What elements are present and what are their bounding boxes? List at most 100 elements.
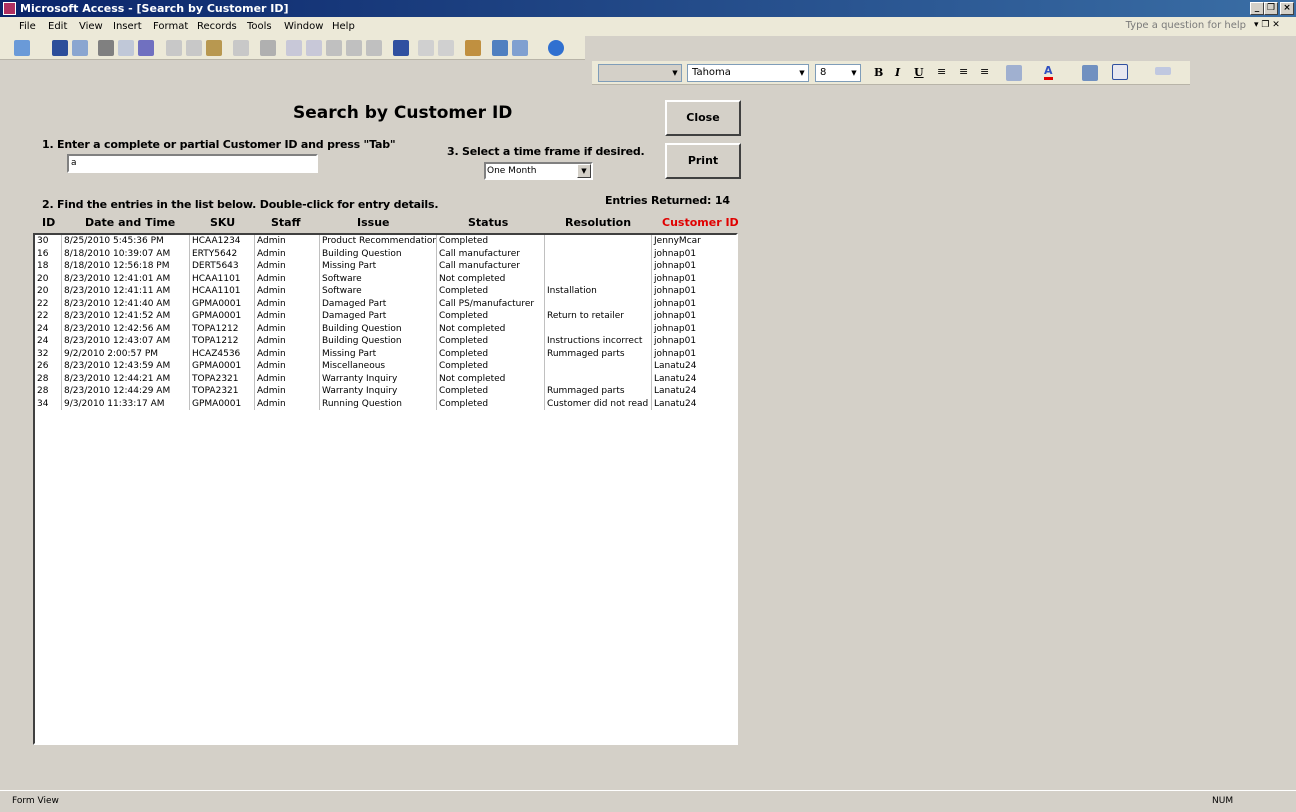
table-row[interactable]: 34 9/3/2010 11:33:17 AM GPMA0001 Admin Runni… xyxy=(35,397,735,410)
cell-status: Completed xyxy=(436,397,544,410)
cell-issue: Damaged Part xyxy=(319,297,436,310)
cell-status: Call manufacturer xyxy=(436,260,544,273)
cut-icon[interactable] xyxy=(166,40,182,56)
menu-window[interactable]: Window xyxy=(284,17,323,36)
entries-listbox[interactable]: 30 8/25/2010 5:45:36 PM HCAA1234 Admin Produ… xyxy=(33,233,738,745)
align-center-icon[interactable]: ≡ xyxy=(959,65,968,78)
cell-sku: TOPA1212 xyxy=(189,335,254,348)
print-preview-icon[interactable] xyxy=(118,40,134,56)
timeframe-select[interactable]: One Month ▼ xyxy=(484,162,593,180)
font-size: 8 xyxy=(820,67,827,78)
paste-icon[interactable] xyxy=(206,40,222,56)
italic-button[interactable]: I xyxy=(895,66,900,79)
cell-staff: Admin xyxy=(254,322,319,335)
cell-staff: Admin xyxy=(254,335,319,348)
help-icon[interactable] xyxy=(548,40,564,56)
database-window-icon[interactable] xyxy=(492,40,508,56)
filter-by-form-icon[interactable] xyxy=(346,40,362,56)
cell-resolution: Installation xyxy=(544,285,651,298)
table-row[interactable]: 32 9/2/2010 2:00:57 PM HCAZ4536 Admin Missin… xyxy=(35,347,736,360)
table-row[interactable]: 24 8/23/2010 12:42:56 AM TOPA1212 Admin Buil… xyxy=(35,322,735,335)
form-title: Search by Customer ID xyxy=(293,103,513,123)
menu-records[interactable]: Records xyxy=(197,17,237,36)
menu-view[interactable]: View xyxy=(79,17,103,36)
close-button[interactable]: Close xyxy=(665,100,741,136)
border-icon[interactable] xyxy=(1112,64,1128,80)
font-color-icon[interactable]: A xyxy=(1044,64,1053,80)
step2-label: 2. Find the entries in the list below. D… xyxy=(42,198,439,211)
print-button[interactable]: Print xyxy=(665,143,741,179)
table-row[interactable]: 22 8/23/2010 12:41:40 AM GPMA0001 Admin Dama… xyxy=(35,297,735,310)
table-row[interactable]: 20 8/23/2010 12:41:01 AM HCAA1101 Admin Soft… xyxy=(35,272,735,285)
cell-issue: Warranty Inquiry xyxy=(319,385,436,398)
fill-color-icon[interactable] xyxy=(1006,65,1022,81)
table-row[interactable]: 24 8/23/2010 12:43:07 AM TOPA1212 Admin Buil… xyxy=(35,335,735,348)
font-size-combo[interactable]: 8 ▼ xyxy=(815,64,861,82)
table-row[interactable]: 16 8/18/2010 10:39:07 AM ERTY5642 Admin Buil… xyxy=(35,247,735,260)
copy-icon[interactable] xyxy=(186,40,202,56)
cell-customer-id: johnap01 xyxy=(651,310,736,323)
spelling-icon[interactable] xyxy=(138,40,154,56)
table-row[interactable]: 28 8/23/2010 12:44:21 AM TOPA2321 Admin Warr… xyxy=(35,372,735,385)
entries-label: Entries Returned: xyxy=(605,194,712,207)
window-title: Microsoft Access - [Search by Customer I… xyxy=(20,2,289,15)
new-record-icon[interactable] xyxy=(418,40,434,56)
table-row[interactable]: 30 8/25/2010 5:45:36 PM HCAA1234 Admin Produ… xyxy=(35,235,735,248)
menu-insert[interactable]: Insert xyxy=(113,17,142,36)
cell-id: 18 xyxy=(37,261,49,271)
new-object-icon[interactable] xyxy=(512,40,528,56)
cell-id: 30 xyxy=(37,236,49,246)
line-color-icon[interactable] xyxy=(1082,65,1098,81)
properties-icon[interactable] xyxy=(465,40,481,56)
hyperlink-icon[interactable] xyxy=(260,40,276,56)
table-row[interactable]: 22 8/23/2010 12:41:52 AM GPMA0001 Admin Dama… xyxy=(35,310,735,323)
undo-icon[interactable] xyxy=(233,40,249,56)
find-icon[interactable] xyxy=(393,40,409,56)
print-icon[interactable] xyxy=(98,40,114,56)
align-left-icon[interactable]: ≡ xyxy=(937,65,946,78)
customer-id-input[interactable]: a xyxy=(67,154,318,173)
menu-file[interactable]: File xyxy=(19,17,36,36)
restore-button[interactable]: ❐ xyxy=(1264,2,1278,15)
cell-sku: TOPA1212 xyxy=(189,322,254,335)
minimize-button[interactable]: _ xyxy=(1250,2,1264,15)
line-width-icon[interactable] xyxy=(1155,67,1171,75)
table-row[interactable]: 18 8/18/2010 12:56:18 PM DERT5643 Admin Miss… xyxy=(35,260,735,273)
cell-resolution xyxy=(544,322,651,335)
search-file-icon[interactable] xyxy=(72,40,88,56)
table-row[interactable]: 28 8/23/2010 12:44:29 AM TOPA2321 Admin Warr… xyxy=(35,385,735,398)
close-window-button[interactable]: × xyxy=(1280,2,1294,15)
apply-filter-icon[interactable] xyxy=(366,40,382,56)
cell-resolution xyxy=(544,360,651,373)
cell-customer-id: johnap01 xyxy=(651,347,736,360)
cell-status: Not completed xyxy=(436,322,544,335)
menu-tools[interactable]: Tools xyxy=(247,17,272,36)
align-right-icon[interactable]: ≡ xyxy=(980,65,989,78)
chevron-down-icon[interactable]: ▼ xyxy=(577,164,591,178)
underline-button[interactable]: U xyxy=(914,66,924,79)
menu-format[interactable]: Format xyxy=(153,17,188,36)
status-bar: Form View NUM xyxy=(0,790,1296,812)
font-combo[interactable]: Tahoma ▼ xyxy=(687,64,809,82)
cell-id: 20 xyxy=(37,273,49,284)
table-row[interactable]: 20 8/23/2010 12:41:11 AM HCAA1101 Admin Soft… xyxy=(35,285,735,298)
object-combo[interactable]: ▼ xyxy=(598,64,682,82)
formatting-toolbar: ▼ Tahoma ▼ 8 ▼ B I U ≡ ≡ ≡ A xyxy=(592,61,1190,85)
filter-by-selection-icon[interactable] xyxy=(326,40,342,56)
cell-customer-id: johnap01 xyxy=(651,285,736,298)
sort-ascending-icon[interactable] xyxy=(286,40,302,56)
table-row[interactable]: 26 8/23/2010 12:43:59 AM GPMA0001 Admin Misc… xyxy=(35,360,735,373)
cell-resolution: Customer did not read ir xyxy=(544,397,651,410)
delete-record-icon[interactable] xyxy=(438,40,454,56)
save-icon[interactable] xyxy=(52,40,68,56)
mdi-restore-icon[interactable]: ▾ ❐ ✕ xyxy=(1254,20,1280,30)
menu-help[interactable]: Help xyxy=(332,17,355,36)
help-search-input[interactable]: Type a question for help xyxy=(1126,20,1246,31)
bold-button[interactable]: B xyxy=(874,66,883,79)
cell-resolution: Instructions incorrect xyxy=(544,335,651,348)
cell-resolution xyxy=(544,235,651,248)
menu-edit[interactable]: Edit xyxy=(48,17,67,36)
view-icon[interactable] xyxy=(14,40,30,56)
cell-staff: Admin xyxy=(254,235,319,248)
sort-descending-icon[interactable] xyxy=(306,40,322,56)
